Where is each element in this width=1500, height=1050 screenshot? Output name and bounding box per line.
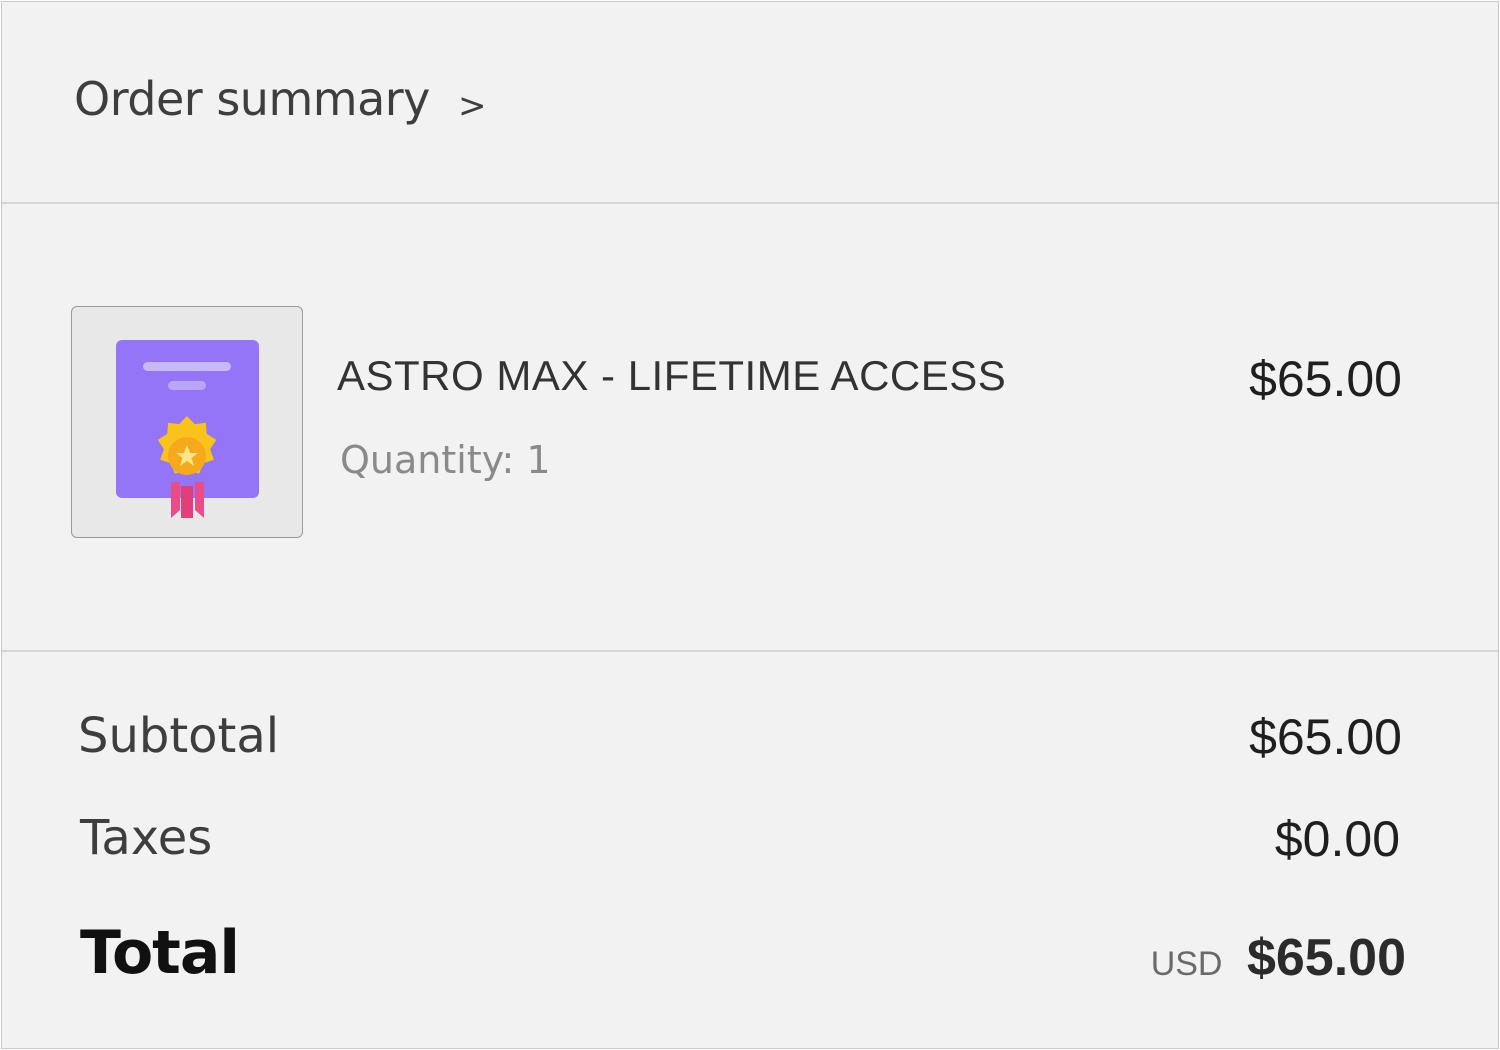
certificate-icon — [116, 340, 259, 518]
product-thumbnail — [71, 306, 303, 538]
order-summary-header[interactable]: Order summary > — [2, 2, 1498, 204]
line-item: ASTRO MAX - LIFETIME ACCESS Quantity: 1 … — [2, 204, 1498, 652]
total-amount: USD $65.00 — [1151, 928, 1406, 988]
total-label: Total — [80, 918, 240, 988]
order-summary-panel: Order summary > ASTRO MAX - LIFETIME ACC… — [1, 1, 1499, 1049]
order-summary-title[interactable]: Order summary — [74, 72, 430, 126]
subtotal-label: Subtotal — [78, 708, 280, 764]
total-value: $65.00 — [1246, 929, 1406, 987]
subtotal-value: $65.00 — [1249, 709, 1402, 765]
taxes-label: Taxes — [80, 810, 213, 866]
chevron-right-icon[interactable]: > — [458, 86, 487, 126]
currency-code: USD — [1150, 945, 1223, 983]
product-name: ASTRO MAX - LIFETIME ACCESS — [337, 352, 1007, 399]
taxes-value: $0.00 — [1274, 811, 1400, 867]
product-quantity: Quantity: 1 — [340, 438, 551, 482]
totals-section: Subtotal $65.00 Taxes $0.00 Total USD $6… — [2, 652, 1498, 1048]
product-price: $65.00 — [1249, 351, 1402, 407]
